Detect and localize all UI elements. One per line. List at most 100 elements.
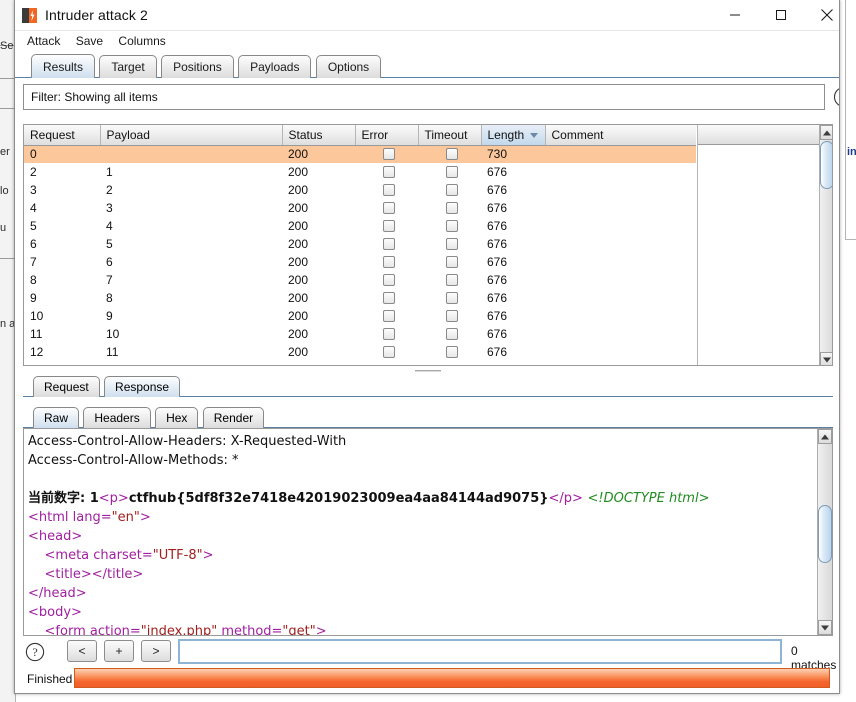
tab-hex[interactable]: Hex xyxy=(155,407,199,428)
table-row[interactable]: 9 8 200 676 xyxy=(24,289,696,307)
cell-payload: 9 xyxy=(106,309,113,323)
table-row[interactable]: 6 5 200 676 xyxy=(24,235,696,253)
tab-raw[interactable]: Raw xyxy=(33,407,80,428)
menu-attack[interactable]: Attack xyxy=(21,31,66,50)
cell-comment xyxy=(545,253,696,271)
close-button[interactable] xyxy=(804,0,839,30)
panel-splitter[interactable] xyxy=(23,368,833,374)
tab-options[interactable]: Options xyxy=(315,55,382,78)
response-viewer[interactable]: Access-Control-Allow-Headers: X-Requeste… xyxy=(23,428,833,636)
results-table-container: Request Payload Status Error Timeout Len… xyxy=(23,124,833,366)
table-row[interactable]: 3 2 200 676 xyxy=(24,181,696,199)
menu-save[interactable]: Save xyxy=(70,31,109,50)
cell-length: 676 xyxy=(487,345,508,359)
column-header-error[interactable]: Error xyxy=(355,125,419,146)
cell-status: 200 xyxy=(288,219,309,233)
error-checkbox[interactable] xyxy=(383,148,395,161)
column-header-status[interactable]: Status xyxy=(282,125,356,146)
column-header-payload[interactable]: Payload xyxy=(100,125,283,146)
error-checkbox[interactable] xyxy=(383,166,395,178)
timeout-checkbox[interactable] xyxy=(446,328,458,340)
error-checkbox[interactable] xyxy=(383,256,395,268)
tab-results[interactable]: Results xyxy=(31,54,96,78)
table-row[interactable]: 10 9 200 676 xyxy=(24,307,696,325)
error-checkbox[interactable] xyxy=(383,202,395,214)
search-add-button[interactable]: + xyxy=(104,640,134,662)
response-line: Access-Control-Allow-Methods: * xyxy=(28,453,239,468)
maximize-button[interactable] xyxy=(758,0,804,30)
timeout-checkbox[interactable] xyxy=(446,166,458,178)
tab-target[interactable]: Target xyxy=(99,55,157,78)
filter-area: Filter: Showing all items ? xyxy=(23,84,839,110)
search-input[interactable] xyxy=(178,639,782,664)
background-window-right-strip xyxy=(840,0,856,702)
bg-fragment-1: er xyxy=(0,146,10,158)
timeout-checkbox[interactable] xyxy=(446,184,458,196)
column-header-request[interactable]: Request xyxy=(24,125,101,146)
error-checkbox[interactable] xyxy=(383,292,395,304)
error-checkbox[interactable] xyxy=(383,328,395,340)
timeout-checkbox[interactable] xyxy=(446,274,458,286)
column-header-comment[interactable]: Comment xyxy=(545,125,696,146)
response-scroll-up-arrow-icon[interactable] xyxy=(818,429,832,444)
table-row[interactable]: 11 10 200 676 xyxy=(24,325,696,343)
timeout-checkbox[interactable] xyxy=(446,220,458,232)
table-row[interactable]: 4 3 200 676 xyxy=(24,199,696,217)
response-scrollbar[interactable] xyxy=(817,429,832,635)
table-row[interactable]: 5 4 200 676 xyxy=(24,217,696,235)
error-checkbox[interactable] xyxy=(383,346,395,358)
error-checkbox[interactable] xyxy=(383,220,395,232)
timeout-checkbox[interactable] xyxy=(446,148,458,161)
response-scrollbar-thumb[interactable] xyxy=(818,505,832,563)
cell-request: 3 xyxy=(30,183,37,197)
filter-bar[interactable]: Filter: Showing all items xyxy=(23,84,825,110)
timeout-checkbox[interactable] xyxy=(446,256,458,268)
response-line: <body> xyxy=(28,605,82,620)
scroll-up-arrow-icon[interactable] xyxy=(820,125,832,140)
timeout-checkbox[interactable] xyxy=(446,292,458,304)
table-row[interactable]: 7 6 200 676 xyxy=(24,253,696,271)
title-bar: Intruder attack 2 xyxy=(15,0,839,31)
cell-request: 10 xyxy=(30,309,44,323)
menu-columns[interactable]: Columns xyxy=(112,31,171,50)
cell-length: 676 xyxy=(487,327,508,341)
minimize-button[interactable] xyxy=(712,0,758,30)
tab-headers[interactable]: Headers xyxy=(83,407,151,428)
tab-payloads[interactable]: Payloads xyxy=(238,55,312,78)
response-body-text: Access-Control-Allow-Headers: X-Requeste… xyxy=(28,432,816,635)
response-line: 当前数字: 1<p>ctfhub{5df8f32e7418e4201902300… xyxy=(28,491,710,506)
scroll-down-arrow-icon[interactable] xyxy=(820,352,832,365)
error-checkbox[interactable] xyxy=(383,274,395,286)
table-row[interactable]: 0 200 730 xyxy=(24,145,696,163)
timeout-checkbox[interactable] xyxy=(446,346,458,358)
column-header-timeout[interactable]: Timeout xyxy=(418,125,482,146)
cell-status: 200 xyxy=(288,291,309,305)
search-help-icon[interactable]: ? xyxy=(25,642,45,662)
results-scrollbar-thumb[interactable] xyxy=(820,141,832,189)
timeout-checkbox[interactable] xyxy=(446,202,458,214)
tab-request[interactable]: Request xyxy=(33,376,100,397)
tab-response[interactable]: Response xyxy=(104,376,181,397)
cell-error xyxy=(355,289,418,307)
timeout-checkbox[interactable] xyxy=(446,238,458,250)
results-scrollbar[interactable] xyxy=(819,125,832,365)
error-checkbox[interactable] xyxy=(383,238,395,250)
cell-length: 676 xyxy=(487,219,508,233)
timeout-checkbox[interactable] xyxy=(446,310,458,322)
cell-length: 676 xyxy=(487,183,508,197)
table-row[interactable]: 8 7 200 676 xyxy=(24,271,696,289)
error-checkbox[interactable] xyxy=(383,184,395,196)
error-checkbox[interactable] xyxy=(383,310,395,322)
column-header-length[interactable]: Length xyxy=(481,125,546,146)
response-scroll-down-arrow-icon[interactable] xyxy=(818,620,832,635)
tab-positions[interactable]: Positions xyxy=(161,55,234,78)
search-previous-button[interactable]: < xyxy=(67,640,97,662)
search-next-button[interactable]: > xyxy=(141,640,171,662)
table-row[interactable]: 12 11 200 676 xyxy=(24,343,696,361)
table-row[interactable]: 2 1 200 676 xyxy=(24,163,696,181)
cell-error xyxy=(355,145,418,163)
filter-help-icon[interactable]: ? xyxy=(833,86,839,108)
cell-error xyxy=(355,325,418,343)
cell-error xyxy=(355,253,418,271)
tab-render[interactable]: Render xyxy=(202,407,265,428)
